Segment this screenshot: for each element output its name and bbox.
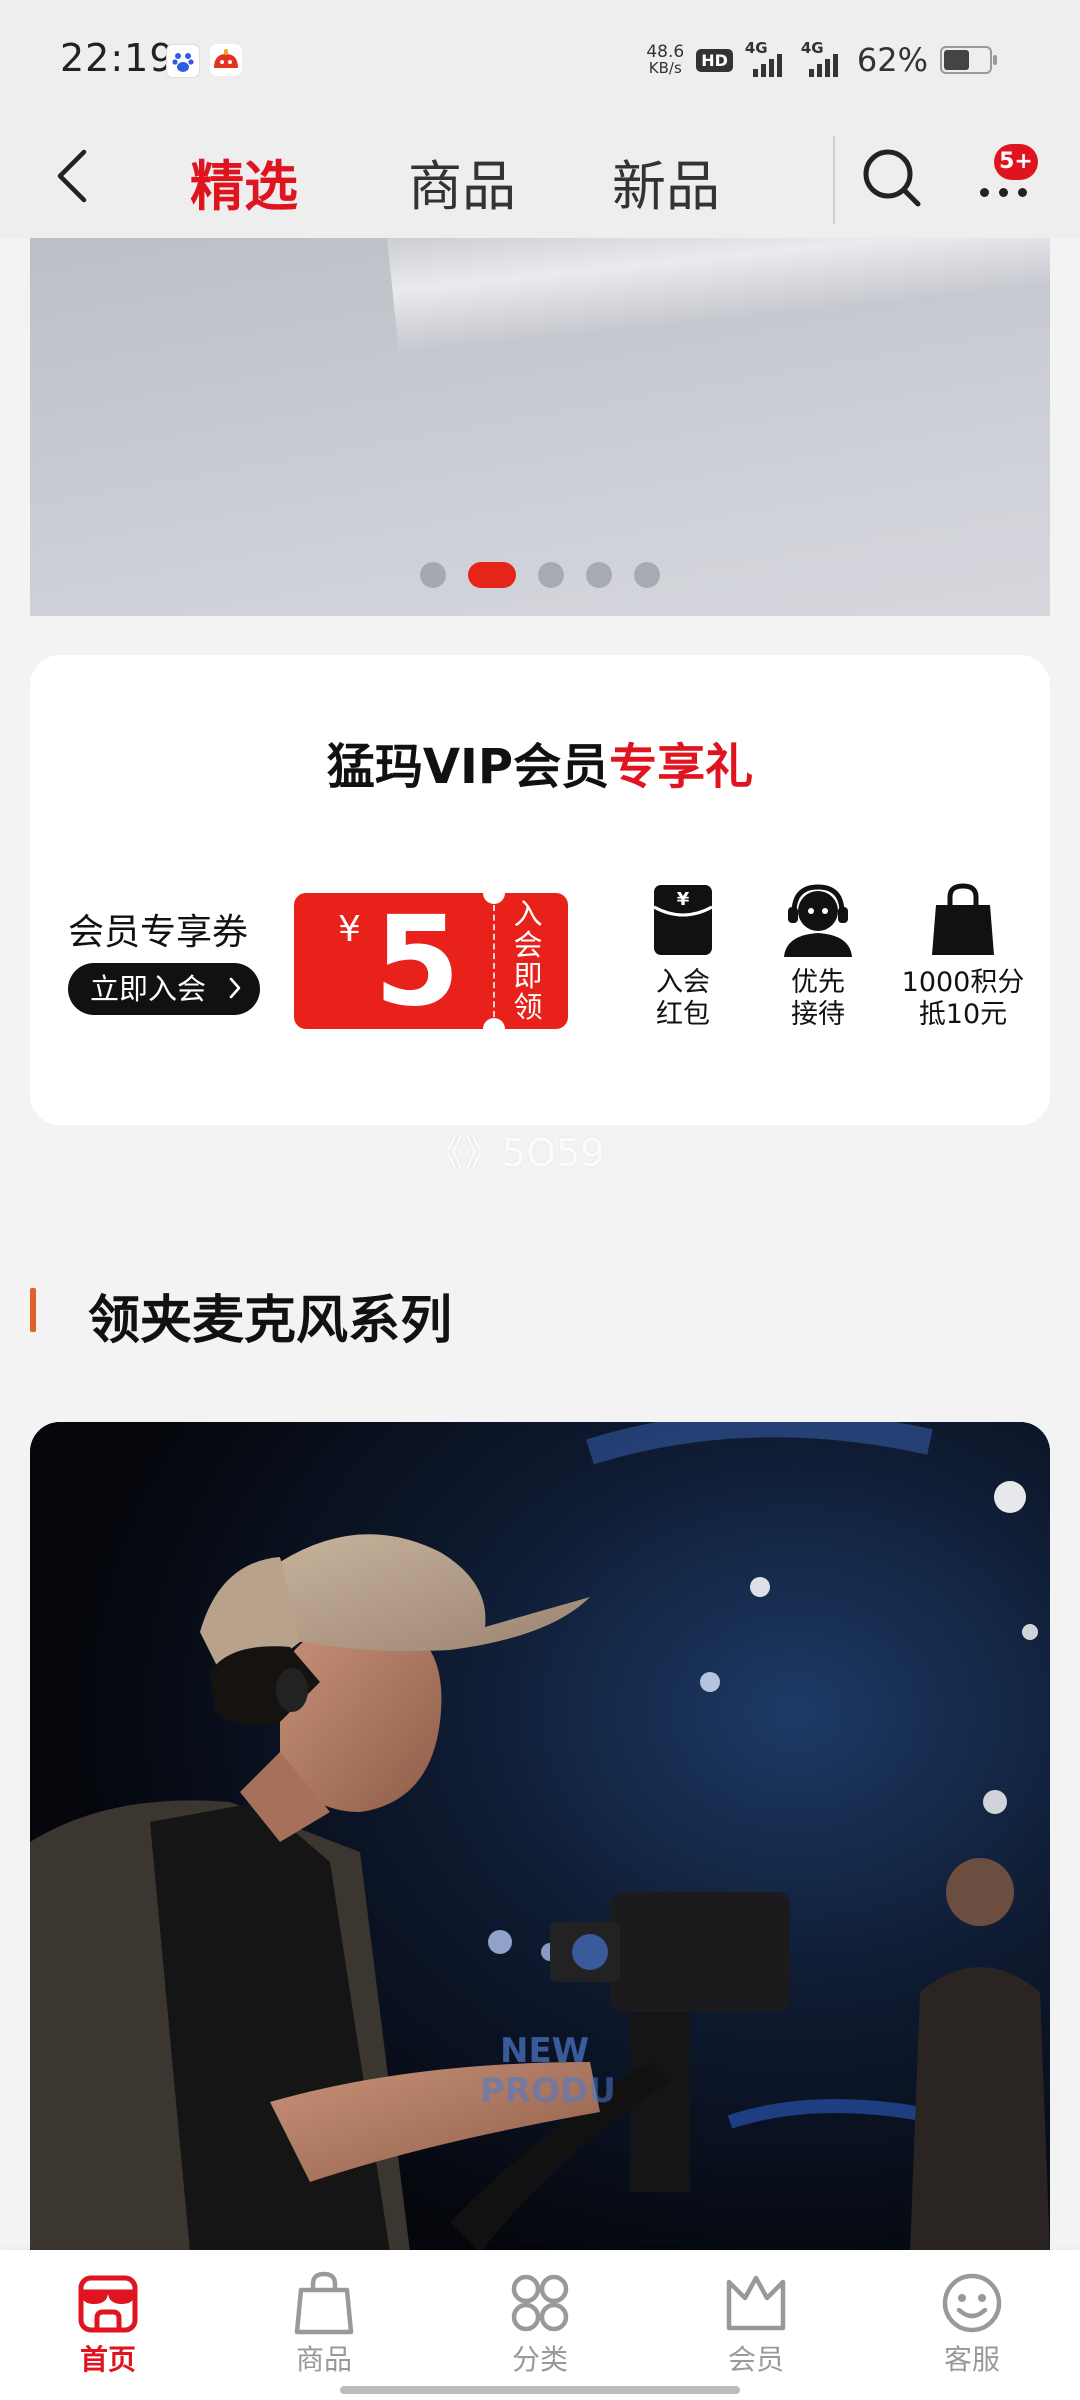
status-bar: 22:19 48.6 KB/s HD 4G 4G 62% [0, 0, 1080, 118]
red-envelope-icon: ¥ [653, 885, 713, 955]
headset-agent-icon [784, 884, 852, 957]
store-icon [78, 2275, 138, 2333]
coupon-notch-bottom [483, 1018, 505, 1029]
coupon-currency: ¥ [338, 909, 361, 950]
nav-home-label: 首页 [79, 2343, 136, 2376]
nav-category-label: 分类 [511, 2343, 568, 2376]
chevron-right-icon [229, 977, 241, 999]
carousel-dot-3[interactable] [538, 562, 564, 588]
app-notification-icon [210, 44, 242, 76]
lavalier-mic-promo-image[interactable]: NEW PRODU [30, 1422, 1050, 2252]
nav-member-label: 会员 [727, 2343, 784, 2376]
svg-text:¥: ¥ [677, 889, 690, 910]
carousel-dot-5[interactable] [634, 562, 660, 588]
search-icon [863, 149, 921, 207]
member-coupon-label: 会员专享券 [68, 912, 249, 953]
message-count-badge: 5+ [994, 144, 1038, 180]
network-speed-value: 48.6 [646, 42, 685, 62]
tab-featured[interactable]: 精选 [190, 142, 298, 221]
carousel-dot-2[interactable] [468, 562, 516, 588]
hero-banner[interactable] [30, 238, 1050, 616]
network-speed-unit: KB/s [648, 59, 682, 77]
join-button-label: 立即入会 [90, 972, 207, 1006]
top-nav-bar: 精选 商品 新品 5+ [0, 118, 1080, 238]
app-page: 22:19 48.6 KB/s HD 4G 4G 62% 精选 商品 新品 5+… [0, 0, 1080, 2400]
nav-products[interactable]: 商品 [254, 2270, 394, 2378]
perk-label-points-redeem: 1000积分 抵10元 [901, 967, 1025, 1030]
header-divider [833, 136, 835, 224]
nav-member[interactable]: 会员 [686, 2270, 826, 2378]
coupon-perforation [493, 905, 495, 1017]
perk-label-red-envelope: 入会 红包 [656, 967, 710, 1030]
status-indicators: 48.6 KB/s HD 4G 4G 62% [646, 38, 997, 82]
signal-1-label: 4G [744, 39, 768, 57]
coupon-notch-top [483, 893, 505, 904]
search-button[interactable] [858, 144, 926, 212]
battery-icon [940, 46, 997, 74]
five-yuan-coupon[interactable]: ¥ 5 入会即领 [294, 893, 568, 1029]
chevron-left-icon [57, 149, 87, 203]
banner-highlight [384, 238, 1050, 355]
more-menu-button[interactable]: 5+ [970, 144, 1040, 212]
vip-title-prefix: 猛玛VIP会员 [326, 739, 610, 795]
join-membership-button[interactable]: 立即入会 [68, 963, 260, 1015]
tab-new-arrivals[interactable]: 新品 [612, 142, 720, 221]
section-title: 领夹麦克风系列 [88, 1291, 453, 1351]
baidu-notification-icon [166, 44, 200, 78]
bag-icon [294, 2271, 354, 2335]
vip-benefits-card: 猛玛VIP会员专享礼 会员专享券 立即入会 ¥ 5 入会即领 ¥ 入会 红包 优… [30, 655, 1050, 1125]
back-button[interactable] [46, 146, 106, 206]
section-accent-bar [30, 1288, 36, 1332]
perk-priority-service[interactable]: 优先 接待 [743, 883, 893, 1031]
perk-label-priority-service: 优先 接待 [791, 967, 845, 1030]
coupon-claim-text: 入会即领 [513, 897, 543, 1024]
carousel-dot-1[interactable] [420, 562, 446, 588]
hd-voice-badge: HD [696, 48, 733, 72]
crown-icon [726, 2275, 786, 2331]
vip-title-highlight: 专享礼 [609, 739, 754, 795]
nav-home[interactable]: 首页 [38, 2270, 178, 2378]
battery-percent: 62% [856, 41, 928, 79]
perk-points-redeem[interactable]: 1000积分 抵10元 [888, 883, 1038, 1031]
svg-text:NEW: NEW [500, 2031, 589, 2071]
svg-text:PRODU: PRODU [480, 2071, 616, 2111]
promo-photo: NEW PRODU [30, 1422, 1050, 2252]
nav-products-label: 商品 [295, 2343, 352, 2376]
nav-category[interactable]: 分类 [470, 2270, 610, 2378]
perk-red-envelope[interactable]: ¥ 入会 红包 [608, 883, 758, 1031]
tab-products[interactable]: 商品 [408, 142, 516, 221]
home-indicator[interactable] [340, 2386, 740, 2394]
carousel-indicator [420, 562, 660, 588]
watermark: 《》5O59 [426, 1131, 605, 1175]
status-time: 22:19 [60, 36, 175, 80]
signal-1-icon: 4G [745, 39, 789, 77]
bottom-tab-bar: 首页 商品 分类 会员 客服 [0, 2250, 1080, 2400]
coupon-amount: 5 [374, 893, 461, 1029]
carousel-dot-4[interactable] [586, 562, 612, 588]
more-dots-icon [980, 188, 1027, 197]
nav-customer-service[interactable]: 客服 [902, 2270, 1042, 2378]
shopping-bag-icon [932, 883, 994, 955]
smile-service-icon [942, 2273, 1002, 2333]
signal-2-icon: 4G [801, 39, 845, 77]
category-icon [511, 2274, 569, 2332]
network-speed: 48.6 KB/s [646, 42, 685, 77]
signal-2-label: 4G [800, 39, 824, 57]
vip-title: 猛玛VIP会员专享礼 [30, 727, 1050, 797]
nav-customer-service-label: 客服 [943, 2343, 1000, 2376]
